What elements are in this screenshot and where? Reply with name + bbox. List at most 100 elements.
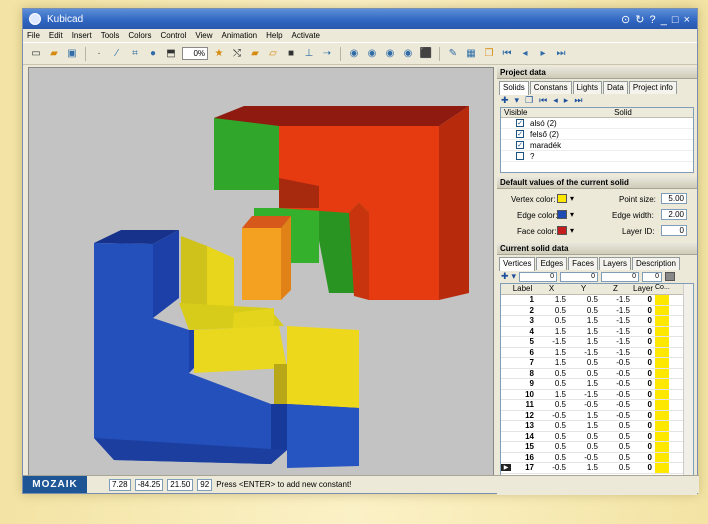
open-folder-icon[interactable]: ▰ — [47, 47, 61, 61]
vertex-row[interactable]: 11 0.5 -0.5 -0.5 0 — [501, 400, 693, 411]
prev-icon[interactable]: ◂ — [553, 95, 558, 106]
edit-icon[interactable]: ✎ — [446, 47, 460, 61]
menu-activate[interactable]: Activate — [292, 31, 320, 40]
vertex-x[interactable]: -1.5 — [537, 337, 569, 346]
tab-project-info[interactable]: Project info — [628, 81, 677, 94]
cube-tool-icon[interactable]: ⬒ — [164, 47, 178, 61]
menu-help[interactable]: Help — [266, 31, 282, 40]
zoom-input[interactable]: 0% — [182, 47, 208, 60]
vertex-layer[interactable]: 0 — [633, 421, 655, 430]
vertex-x[interactable]: 1.5 — [537, 348, 569, 357]
solid-row[interactable]: ? — [501, 151, 693, 162]
vertex-layer[interactable]: 0 — [633, 411, 655, 420]
tab-edges[interactable]: Edges — [536, 257, 568, 270]
vertex-row[interactable]: 10 1.5 -1.5 -0.5 0 — [501, 389, 693, 400]
tab-layers[interactable]: Layers — [598, 257, 631, 270]
vertex-x[interactable]: 1.5 — [537, 327, 569, 336]
vertex-row[interactable]: 1 1.5 0.5 -1.5 0 — [501, 295, 693, 306]
vertex-y[interactable]: 0.5 — [569, 369, 601, 378]
vertex-y[interactable]: 1.5 — [569, 421, 601, 430]
vertex-y[interactable]: -1.5 — [569, 348, 601, 357]
vertex-y[interactable]: 0.5 — [569, 432, 601, 441]
vertex-row[interactable]: 12 -0.5 1.5 -0.5 0 — [501, 410, 693, 421]
add-icon[interactable]: ✚ — [501, 95, 509, 106]
vertex-label[interactable]: 6 — [511, 348, 537, 357]
vertex-label[interactable]: 17 — [511, 463, 537, 472]
vertex-x[interactable]: 0.5 — [537, 442, 569, 451]
filter-layer-input[interactable]: 0 — [642, 271, 663, 282]
rotate-left-icon[interactable]: ◉ — [347, 47, 361, 61]
vertex-layer[interactable]: 0 — [633, 316, 655, 325]
tab-lights[interactable]: Lights — [572, 81, 602, 94]
menu-file[interactable]: File — [27, 31, 40, 40]
vertex-label[interactable]: 12 — [511, 411, 537, 420]
arrow-icon[interactable]: ➝ — [320, 47, 334, 61]
vertex-x[interactable]: 1.5 — [537, 390, 569, 399]
solid-row[interactable]: ✓ felső (2) — [501, 129, 693, 140]
vertex-layer[interactable]: 0 — [633, 463, 655, 472]
menu-insert[interactable]: Insert — [72, 31, 92, 40]
vertex-color-swatch[interactable] — [655, 400, 669, 410]
vertex-color-swatch[interactable] — [655, 452, 669, 462]
prev-icon[interactable]: ◂ — [518, 47, 532, 61]
vertex-layer[interactable]: 0 — [633, 327, 655, 336]
vertex-layer[interactable]: 0 — [633, 379, 655, 388]
rotate-up-icon[interactable]: ◉ — [383, 47, 397, 61]
vertex-label[interactable]: 10 — [511, 390, 537, 399]
filter-y-input[interactable]: 0 — [560, 271, 599, 282]
vertex-z[interactable]: 0.5 — [601, 421, 633, 430]
vertex-y[interactable]: 1.5 — [569, 337, 601, 346]
vertex-y[interactable]: 1.5 — [569, 316, 601, 325]
vertex-layer[interactable]: 0 — [633, 369, 655, 378]
grid-tool-icon[interactable]: ⌗ — [128, 47, 142, 61]
filter-color-swatch[interactable] — [665, 272, 676, 281]
vertex-layer[interactable]: 0 — [633, 306, 655, 315]
vertex-z[interactable]: -0.5 — [601, 358, 633, 367]
filter-z-input[interactable]: 0 — [601, 271, 640, 282]
copy-solid-icon[interactable]: ❐ — [525, 95, 533, 106]
vertex-layer[interactable]: 0 — [633, 348, 655, 357]
vertex-x[interactable]: 1.5 — [537, 358, 569, 367]
tab-constans[interactable]: Constans — [529, 81, 572, 94]
vertex-label[interactable]: 2 — [511, 306, 537, 315]
camera-value-3[interactable]: 21.50 — [167, 478, 194, 491]
vertex-layer[interactable]: 0 — [633, 400, 655, 409]
vertex-color-swatch[interactable] — [655, 337, 669, 347]
vertex-color-swatch[interactable] — [655, 463, 669, 473]
pick-icon[interactable]: ⤭ — [230, 47, 244, 61]
edge-color-swatch[interactable] — [557, 210, 567, 219]
vertex-z[interactable]: -1.5 — [601, 348, 633, 357]
solid-row[interactable]: ✓ maradék — [501, 140, 693, 151]
vertex-y[interactable]: 1.5 — [569, 327, 601, 336]
visible-checkbox[interactable]: ✓ — [516, 141, 524, 149]
vertex-x[interactable]: 1.5 — [537, 295, 569, 304]
tab-solids[interactable]: Solids — [499, 81, 529, 95]
filter-icon[interactable]: ▾ — [515, 95, 520, 106]
vertex-color-swatch[interactable] — [655, 347, 669, 357]
window-controls[interactable]: ⊙ ↻ ? _ □ × — [621, 13, 691, 26]
vertex-x[interactable]: 0.5 — [537, 400, 569, 409]
vertex-label[interactable]: 1 — [511, 295, 537, 304]
point-size-input[interactable]: 5.00 — [661, 193, 687, 204]
vertex-color-swatch[interactable] — [655, 326, 669, 336]
first-icon[interactable]: ⏮ — [539, 95, 547, 106]
copy-icon[interactable]: ❐ — [482, 47, 496, 61]
vertex-color-swatch[interactable] — [655, 431, 669, 441]
rotate-down-icon[interactable]: ◉ — [401, 47, 415, 61]
vertex-y[interactable]: -1.5 — [569, 390, 601, 399]
vertex-color-swatch[interactable] — [655, 421, 669, 431]
vertex-label[interactable]: 11 — [511, 400, 537, 409]
vertex-label[interactable]: 3 — [511, 316, 537, 325]
next-icon[interactable]: ▸ — [536, 47, 550, 61]
vertex-row[interactable]: 6 1.5 -1.5 -1.5 0 — [501, 347, 693, 358]
visible-checkbox[interactable]: ✓ — [516, 130, 524, 138]
vertex-y[interactable]: 0.5 — [569, 358, 601, 367]
vertex-x[interactable]: 0.5 — [537, 453, 569, 462]
vertex-z[interactable]: -0.5 — [601, 411, 633, 420]
vertex-color-swatch[interactable] — [655, 305, 669, 315]
vertex-z[interactable]: 0.5 — [601, 432, 633, 441]
vertex-layer[interactable]: 0 — [633, 337, 655, 346]
menu-tools[interactable]: Tools — [101, 31, 120, 40]
face-color-swatch[interactable] — [557, 226, 567, 235]
vertices-scrollbar[interactable] — [683, 284, 693, 480]
